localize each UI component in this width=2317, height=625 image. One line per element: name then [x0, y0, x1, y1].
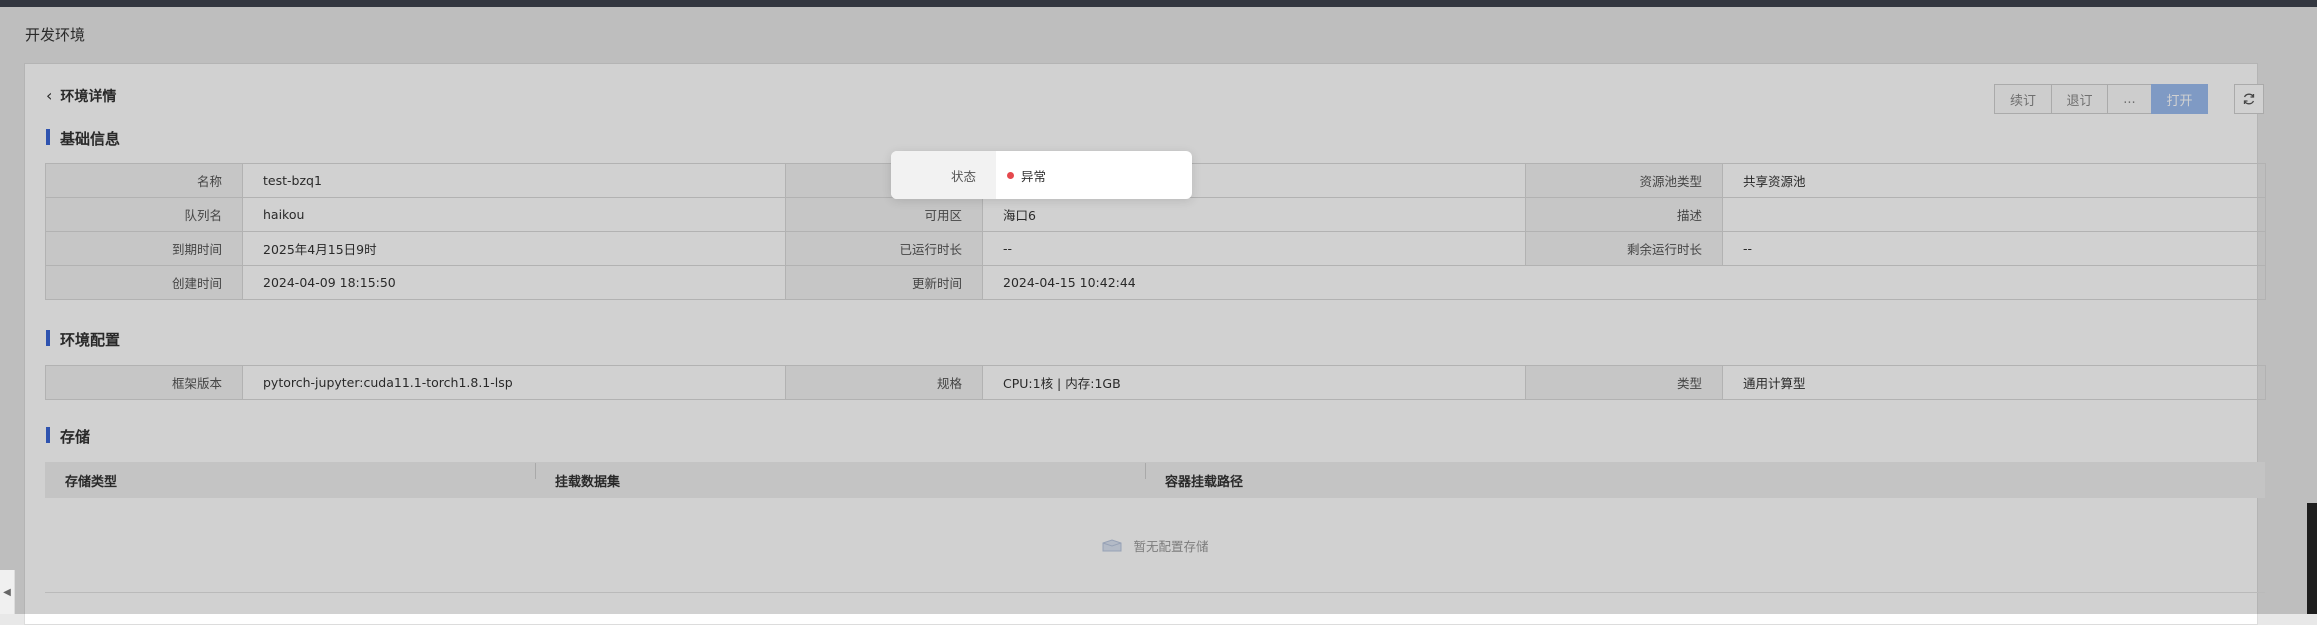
desc-label: 描述: [1525, 197, 1723, 232]
back-chevron-icon[interactable]: ‹: [46, 86, 52, 105]
section-storage: 存储: [46, 426, 90, 447]
refresh-button[interactable]: [2234, 84, 2264, 114]
table-row: 到期时间 2025年4月15日9时 已运行时长 -- 剩余运行时长 --: [45, 231, 2266, 266]
status-label: 状态: [891, 151, 996, 199]
table-row: 创建时间 2024-04-09 18:15:50 更新时间 2024-04-15…: [45, 265, 2266, 300]
status-text: 异常: [1021, 168, 1047, 184]
status-dot-icon: [1007, 171, 1014, 179]
table-row: 队列名 haikou 可用区 海口6 描述: [45, 197, 2266, 232]
env-config-table: 框架版本 pytorch-jupyter:cuda11.1-torch1.8.1…: [45, 365, 2266, 400]
runtime-value: --: [982, 231, 1526, 266]
spec-label: 规格: [785, 365, 983, 400]
type-label: 类型: [1525, 365, 1723, 400]
remaining-value: --: [1722, 231, 2266, 266]
empty-state: 暂无配置存储: [45, 498, 2265, 593]
renew-button[interactable]: 续订: [1994, 84, 2052, 114]
expire-value: 2025年4月15日9时: [242, 231, 786, 266]
type-value: 通用计算型: [1722, 365, 2266, 400]
column-header: 存储类型: [65, 474, 118, 490]
section-basic-info: 基础信息: [46, 128, 120, 149]
top-bar: [0, 0, 2317, 7]
open-button[interactable]: 打开: [2151, 84, 2208, 114]
unsubscribe-button[interactable]: 退订: [2051, 84, 2108, 114]
storage-table: 存储类型 挂载数据集 容器挂载路径 暂无配置存储: [45, 462, 2265, 593]
updated-label: 更新时间: [785, 265, 983, 300]
spec-value: CPU:1核 | 内存:1GB: [982, 365, 1526, 400]
updated-value: 2024-04-15 10:42:44: [982, 265, 2266, 300]
scroll-left-button[interactable]: ◀: [0, 570, 15, 614]
status-highlight: 状态 异常: [891, 151, 1192, 199]
expire-label: 到期时间: [45, 231, 243, 266]
column-header: 挂载数据集: [535, 462, 1145, 490]
name-value: test-bzq1: [242, 163, 786, 198]
storage-table-header: 存储类型 挂载数据集 容器挂载路径: [45, 462, 2265, 498]
queue-label: 队列名: [45, 197, 243, 232]
vertical-scrollbar[interactable]: [2307, 503, 2317, 614]
pool-type-value: 共享资源池: [1722, 163, 2266, 198]
zone-label: 可用区: [785, 197, 983, 232]
action-buttons: 续订 退订 ... 打开: [1994, 84, 2208, 114]
zone-value: 海口6: [982, 197, 1526, 232]
pool-type-label: 资源池类型: [1525, 163, 1723, 198]
more-button[interactable]: ...: [2107, 84, 2152, 114]
runtime-label: 已运行时长: [785, 231, 983, 266]
desc-value: [1722, 197, 2266, 232]
refresh-icon: [2243, 93, 2255, 105]
page-title: 开发环境: [25, 26, 86, 44]
column-header: 容器挂载路径: [1145, 462, 2265, 490]
name-label: 名称: [45, 163, 243, 198]
created-value: 2024-04-09 18:15:50: [242, 265, 786, 300]
queue-value: haikou: [242, 197, 786, 232]
framework-value: pytorch-jupyter:cuda11.1-torch1.8.1-lsp: [242, 365, 786, 400]
empty-box-icon: [1102, 539, 1122, 552]
back-label: 环境详情: [60, 89, 117, 105]
remaining-label: 剩余运行时长: [1525, 231, 1723, 266]
empty-text: 暂无配置存储: [1133, 538, 1209, 554]
section-env-config: 环境配置: [46, 329, 120, 350]
status-value: 异常: [1007, 151, 1046, 199]
back-link[interactable]: ‹ 环境详情: [46, 86, 116, 106]
table-row: 框架版本 pytorch-jupyter:cuda11.1-torch1.8.1…: [45, 365, 2266, 400]
created-label: 创建时间: [45, 265, 243, 300]
framework-label: 框架版本: [45, 365, 243, 400]
